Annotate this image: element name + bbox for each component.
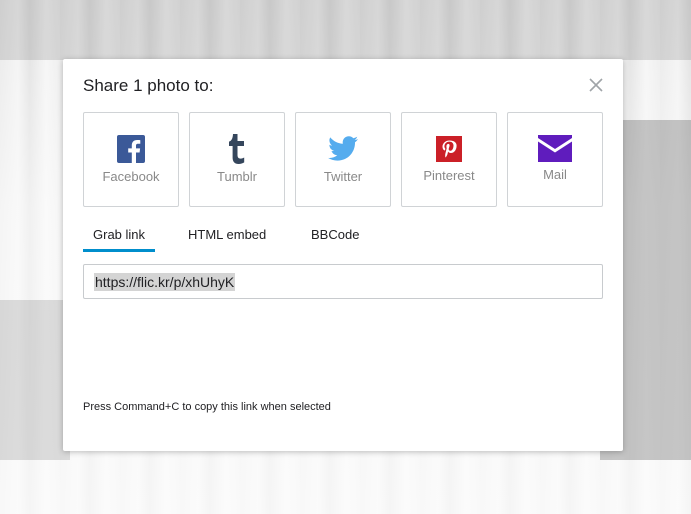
share-link-field[interactable]: https://flic.kr/p/xhUhyK	[83, 264, 603, 299]
facebook-icon	[117, 135, 145, 163]
share-pinterest-label: Pinterest	[423, 168, 475, 183]
copy-hint: Press Command+C to copy this link when s…	[83, 401, 331, 413]
share-twitter-button[interactable]: Twitter	[295, 112, 391, 207]
share-facebook-label: Facebook	[102, 169, 160, 184]
tumblr-icon	[229, 134, 245, 164]
mail-icon	[538, 134, 572, 162]
pinterest-icon	[436, 136, 462, 162]
close-icon	[589, 78, 603, 92]
tab-grab-link[interactable]: Grab link	[83, 227, 156, 252]
tab-bbcode[interactable]: BBCode	[311, 227, 359, 249]
share-pinterest-button[interactable]: Pinterest	[401, 112, 497, 207]
share-mail-label: Mail	[543, 167, 567, 182]
share-link-text: https://flic.kr/p/xhUhyK	[94, 273, 236, 291]
share-dialog: Share 1 photo to: Facebook Tumblr Twitte…	[63, 59, 623, 451]
share-services: Facebook Tumblr Twitter Pinterest Mail	[83, 112, 603, 207]
tab-html-embed[interactable]: HTML embed	[188, 227, 266, 249]
share-facebook-button[interactable]: Facebook	[83, 112, 179, 207]
share-mail-button[interactable]: Mail	[507, 112, 603, 207]
share-tumblr-button[interactable]: Tumblr	[189, 112, 285, 207]
twitter-icon	[328, 136, 358, 161]
share-tumblr-label: Tumblr	[217, 169, 257, 184]
dialog-title: Share 1 photo to:	[83, 76, 214, 95]
close-button[interactable]	[588, 77, 604, 93]
share-twitter-label: Twitter	[323, 169, 363, 184]
